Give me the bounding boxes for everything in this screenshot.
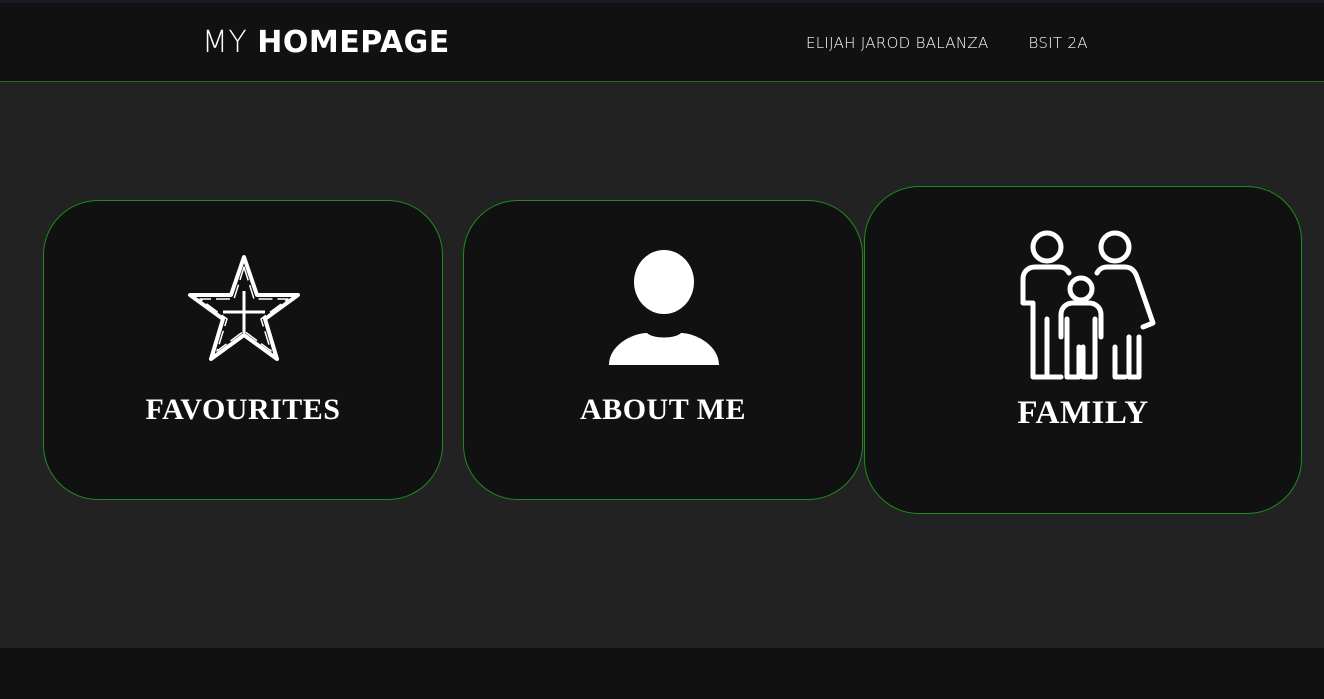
star-plus-icon	[188, 255, 300, 361]
favourites-label: FAVOURITES	[145, 393, 341, 426]
main-nav: ELIJAH JAROD BALANZA BSIT 2A	[806, 34, 1088, 52]
favourites-card[interactable]: FAVOURITES	[43, 200, 443, 500]
nav-link-name[interactable]: ELIJAH JAROD BALANZA	[806, 34, 989, 52]
site-footer	[0, 648, 1324, 699]
site-header: MY HOMEPAGE ELIJAH JAROD BALANZA BSIT 2A	[0, 3, 1324, 82]
brand-bold-text: HOMEPAGE	[257, 25, 450, 60]
family-card[interactable]: FAMILY	[864, 186, 1302, 514]
about-me-label: ABOUT ME	[580, 393, 746, 426]
about-me-card[interactable]: ABOUT ME	[463, 200, 863, 500]
family-icon	[1020, 230, 1156, 380]
nav-link-section[interactable]: BSIT 2A	[1029, 34, 1088, 52]
user-icon	[609, 250, 719, 365]
family-label: FAMILY	[1017, 395, 1149, 431]
brand-light-text: MY	[202, 25, 248, 60]
site-logo[interactable]: MY HOMEPAGE	[202, 25, 450, 60]
